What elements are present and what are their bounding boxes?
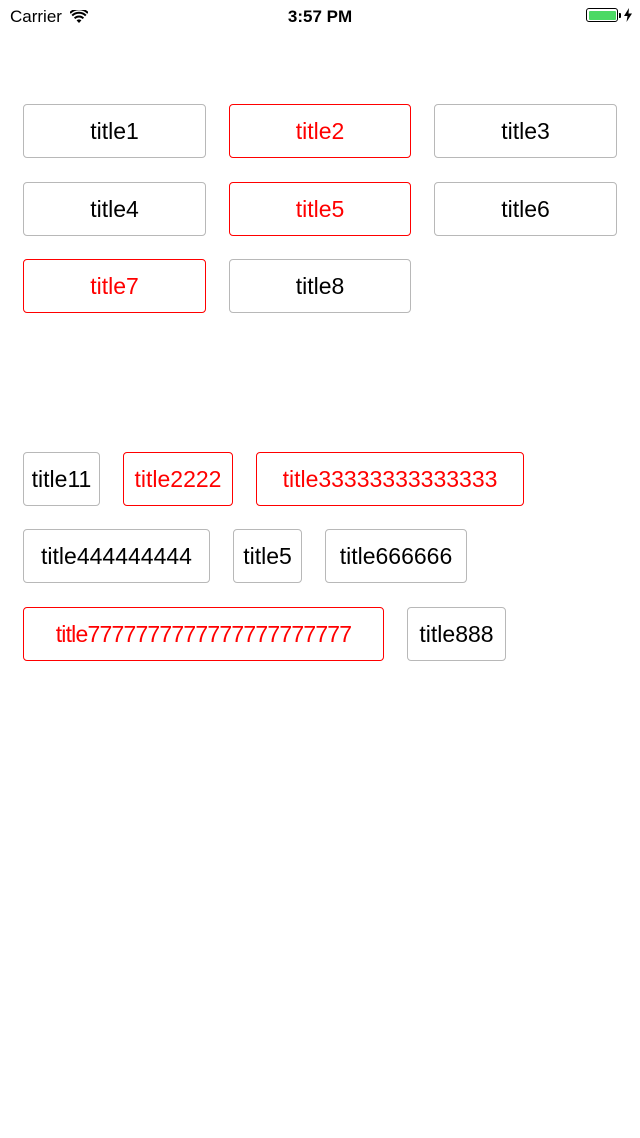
status-time: 3:57 PM <box>287 7 353 26</box>
flow-tag[interactable]: title444444444 <box>23 529 210 583</box>
grid-tag[interactable]: title8 <box>229 259 411 313</box>
grid-tag[interactable]: title3 <box>434 104 617 158</box>
flow-tag[interactable]: title11 <box>23 452 100 506</box>
grid-tag[interactable]: title6 <box>434 182 617 236</box>
flow-tag[interactable]: title2222 <box>123 452 233 506</box>
flow-tag[interactable]: title33333333333333 <box>256 452 524 506</box>
flow-tag[interactable]: title7777777777777777777777 <box>23 607 384 661</box>
flow-tag[interactable]: title666666 <box>325 529 467 583</box>
grid-tag[interactable]: title4 <box>23 182 206 236</box>
battery-cap <box>619 12 621 18</box>
status-bar: Carrier 3:57 PM <box>0 0 640 40</box>
flow-tag[interactable]: title888 <box>407 607 506 661</box>
grid-tag[interactable]: title5 <box>229 182 411 236</box>
flow-tag[interactable]: title5 <box>233 529 302 583</box>
battery-fill <box>588 10 616 20</box>
battery-icon <box>586 8 618 22</box>
grid-tag[interactable]: title1 <box>23 104 206 158</box>
grid-tag[interactable]: title2 <box>229 104 411 158</box>
charging-bolt-icon <box>624 8 632 22</box>
grid-tag[interactable]: title7 <box>23 259 206 313</box>
battery-indicator <box>586 8 632 22</box>
